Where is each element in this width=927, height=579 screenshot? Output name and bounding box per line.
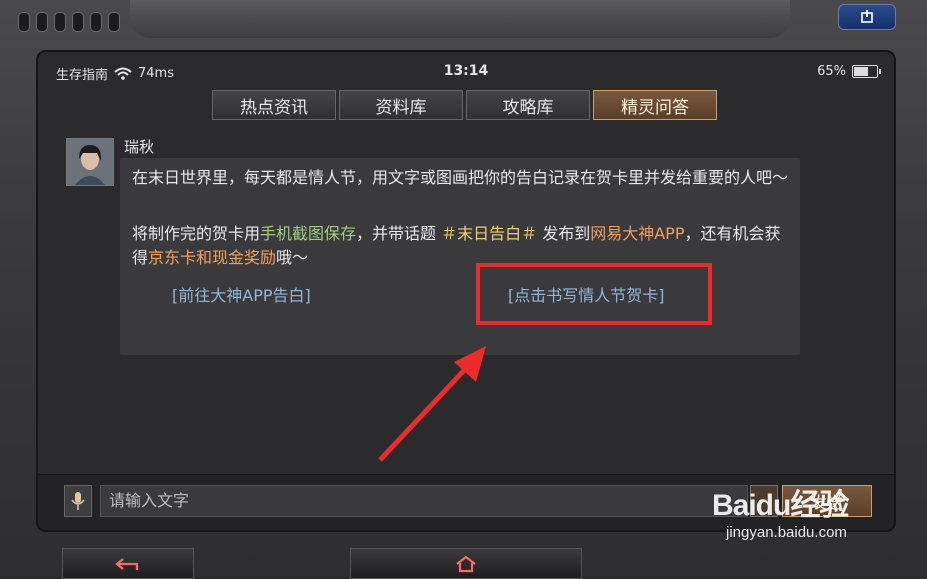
chat-text-input[interactable]: 请输入文字 <box>100 485 748 517</box>
battery-percent: 65% <box>817 64 846 79</box>
tab-guides[interactable]: 攻略库 <box>466 90 590 120</box>
highlight-app-name: 网易大神APP <box>590 224 685 243</box>
para2-text-i: 哦～ <box>276 248 309 267</box>
annotation-arrow-icon <box>378 346 486 462</box>
avatar[interactable] <box>66 138 114 186</box>
highlight-rewards: 京东卡和现金奖励 <box>148 248 277 267</box>
para2-text-e: 发布到 <box>537 224 591 243</box>
para2-text-a: 将制作完的贺卡用 <box>132 224 261 243</box>
highlight-topic: ＃末日告白＃ <box>441 224 538 243</box>
frame-top-panel <box>130 0 790 38</box>
sender-name: 瑞秋 <box>124 138 155 156</box>
battery-icon <box>852 65 881 78</box>
message-paragraph-1: 在末日世界里，每天都是情人节，用文字或图画把你的告白记录在贺卡里并发给重要的人吧… <box>132 168 789 187</box>
tab-spirit-qa[interactable]: 精灵问答 <box>593 90 717 120</box>
clock: 13:14 <box>443 63 489 79</box>
mic-icon <box>71 492 85 510</box>
tab-database[interactable]: 资料库 <box>339 90 463 120</box>
message-bubble: 在末日世界里，每天都是情人节，用文字或图画把你的告白记录在贺卡里并发给重要的人吧… <box>120 158 800 355</box>
device-bottom-nav <box>0 540 927 579</box>
tab-hot-news[interactable]: 热点资讯 <box>212 90 336 120</box>
home-button[interactable] <box>350 548 582 579</box>
watermark-url: jingyan.baidu.com <box>726 524 847 541</box>
device-frame: 生存指南 74ms 13:14 65% 热点资讯 资料库 攻略库 精灵问答 瑞秋… <box>0 0 927 579</box>
frame-vent <box>18 12 120 32</box>
back-button[interactable] <box>62 548 194 579</box>
status-bar: 生存指南 74ms 13:14 65% <box>38 52 894 84</box>
baidu-watermark: Baidu经验 jingyan.baidu.com <box>712 480 849 541</box>
voice-button[interactable] <box>64 485 92 517</box>
tab-bar: 热点资讯 资料库 攻略库 精灵问答 <box>212 90 717 120</box>
home-icon <box>456 555 476 572</box>
power-button[interactable] <box>838 4 896 30</box>
game-screen: 生存指南 74ms 13:14 65% 热点资讯 资料库 攻略库 精灵问答 瑞秋… <box>36 50 896 532</box>
goto-app-link[interactable]: [前往大神APP告白] <box>172 284 311 308</box>
highlight-screenshot-save: 手机截图保存 <box>260 224 357 243</box>
para2-text-c: ，并带话题 <box>356 224 442 243</box>
annotation-highlight-box <box>476 263 712 325</box>
back-icon <box>115 557 139 570</box>
watermark-logo: Baidu经验 <box>712 489 849 522</box>
power-icon <box>861 10 873 23</box>
